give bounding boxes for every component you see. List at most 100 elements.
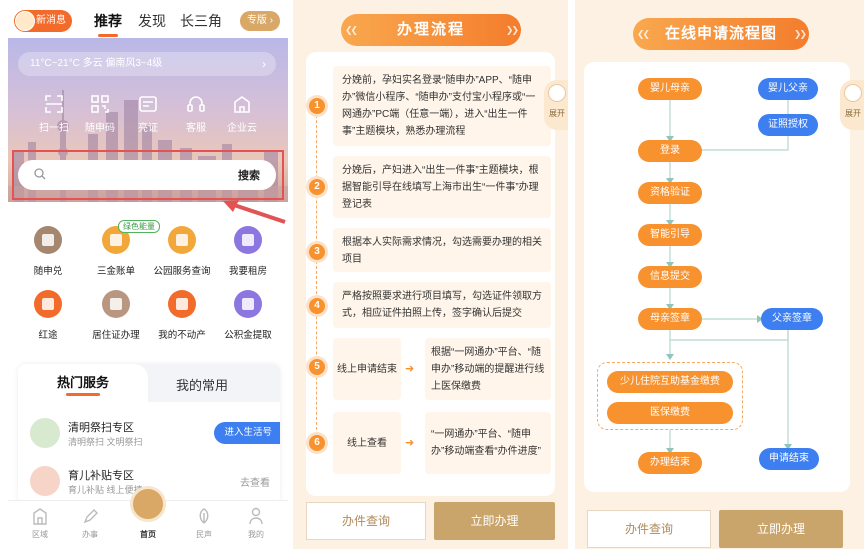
weather-bar[interactable]: 11°C~21°C 多云 偏南风3~4级 › [18, 52, 276, 76]
enter-life-account-button[interactable]: 进入生活号 [214, 422, 280, 444]
quick-scan-label: 扫一扫 [39, 123, 69, 134]
service-three-funds-bill[interactable]: 三金账单 [84, 226, 148, 277]
annotation-arrow-icon [223, 200, 286, 224]
fund-icon [234, 290, 262, 318]
service-label: 公积金提取 [224, 330, 272, 341]
step-3-card: 根据本人实际需求情况，勾选需要办理的相关项目 [333, 228, 551, 272]
service-label: 随申兑 [33, 266, 63, 277]
service-label: 居住证办理 [92, 330, 140, 341]
list-item-title: 育儿补贴专区 [68, 470, 134, 482]
service-label: 我要租房 [228, 266, 267, 277]
node-mother-signature: 母亲签章 [638, 308, 702, 330]
step-4-card: 严格按照要求进行项目填写，勾选证件领取方式，相应证件拍照上传，签字确认后提交 [333, 282, 551, 328]
apply-now-button[interactable]: 立即办理 [434, 502, 555, 540]
home-screen: 新消息 推荐 发现 长三角 专版 › 11°C~21°C 多云 偏南风3~4级 … [8, 0, 288, 549]
search-button[interactable]: 搜索 [238, 167, 260, 183]
service-residence-permit[interactable]: 居住证办理 [84, 290, 148, 341]
quick-enterprise-cloud[interactable]: 企业云 [218, 94, 266, 134]
node-infant-father: 婴儿父亲 [758, 78, 818, 100]
step-number: 4 [309, 298, 325, 314]
service-label: 红途 [38, 330, 58, 341]
property-icon [168, 290, 196, 318]
node-login: 登录 [638, 140, 702, 162]
node-medical-insurance: 医保缴费 [607, 402, 733, 424]
service-housing-fund[interactable]: 公积金提取 [216, 290, 280, 341]
service-red-route[interactable]: 红途 [16, 290, 80, 341]
star-icon [34, 290, 62, 318]
tab-home-label: 首页 [140, 530, 156, 539]
top-nav: 新消息 推荐 发现 长三角 专版 › [8, 0, 288, 40]
quick-show-id[interactable]: 亮证 [124, 94, 172, 134]
step-number: 3 [309, 244, 325, 260]
step-6-card: 线上查看 ➜ “一网通办”平台、“随申办”移动端查看“办件进度” [333, 412, 551, 474]
headset-icon [187, 96, 205, 112]
expand-label: 展开 [845, 109, 861, 118]
childcare-thumbnail [30, 466, 60, 496]
tab-my-frequent[interactable]: 我的常用 [176, 375, 228, 394]
quick-health-code[interactable]: 随申码 [76, 94, 124, 134]
weather-text: 11°C~21°C 多云 偏南风3~4级 [30, 58, 163, 69]
tab-yangtze-delta[interactable]: 长三角 [180, 11, 222, 31]
list-item[interactable]: 清明祭扫专区 清明祭扫 文明祭扫 进入生活号 [18, 414, 280, 458]
expand-side-button[interactable]: 展开 [840, 80, 864, 130]
expand-side-button[interactable]: 展开 [544, 80, 568, 130]
leaf-icon [199, 508, 209, 524]
service-label: 三金账单 [96, 266, 135, 277]
node-qualification-check: 资格验证 [638, 182, 702, 204]
search-input[interactable]: 搜索 [18, 160, 276, 190]
node-application-end: 申请结束 [759, 448, 819, 470]
house-icon [234, 226, 262, 254]
pro-edition-button[interactable]: 专版 › [240, 11, 280, 31]
building-icon [234, 96, 250, 113]
service-park-query[interactable]: 公园服务查询 [150, 226, 214, 277]
service-label: 我的不动产 [158, 330, 206, 341]
tab-label: 区域 [32, 530, 48, 539]
tab-affairs[interactable]: 办事 [70, 507, 110, 540]
timeline-dashed-line [316, 105, 317, 450]
tab-discover[interactable]: 发现 [138, 11, 166, 31]
screenshot-collage: 新消息 推荐 发现 长三角 专版 › 11°C~21°C 多云 偏南风3~4级 … [0, 0, 864, 549]
apply-now-button[interactable]: 立即办理 [719, 510, 843, 548]
list-item-subtitle: 育儿补贴 线上便捷 [68, 485, 143, 495]
tab-public-voice[interactable]: 民声 [184, 507, 224, 540]
qr-code-icon [91, 95, 109, 113]
service-rent-house[interactable]: 我要租房 [216, 226, 280, 277]
arrow-right-icon: ➜ [405, 437, 415, 449]
tab-region[interactable]: 区域 [20, 507, 60, 540]
query-case-button[interactable]: 办件查询 [587, 510, 711, 548]
quick-customer-service[interactable]: 客服 [172, 94, 220, 134]
quick-scan[interactable]: 扫一扫 [30, 94, 78, 134]
node-smart-guide: 智能引导 [638, 224, 702, 246]
arrow-right-icon: ➜ [405, 363, 415, 375]
tab-recommend[interactable]: 推荐 [94, 11, 122, 37]
tab-label: 我的 [248, 530, 264, 539]
wallet-icon [34, 226, 62, 254]
process-title: 办理流程 [341, 14, 521, 46]
quick-enterprise-cloud-label: 企业云 [227, 123, 257, 134]
chevron-right-icon: › [262, 57, 266, 71]
node-license-authorization: 证照授权 [758, 114, 818, 136]
step-2-card: 分娩后，产妇进入“出生一件事”主题模块，根据智能引导在线填写上海市出生“一件事”… [333, 156, 551, 218]
query-case-button[interactable]: 办件查询 [306, 502, 426, 540]
scan-icon [45, 95, 63, 113]
home-tab-icon[interactable] [130, 486, 166, 522]
process-screen: 办理流程 1 分娩前，孕妇实名登录“随申办”APP、“随申办”微信小程序、“随申… [293, 0, 568, 549]
step-6-right: “一网通办”平台、“随申办”移动端查看“办件进度” [425, 412, 551, 474]
quick-customer-service-label: 客服 [186, 123, 206, 134]
step-1-card: 分娩前，孕妇实名登录“随申办”APP、“随申办”微信小程序、“随申办”支付宝小程… [333, 66, 551, 146]
permit-card-icon [102, 290, 130, 318]
service-my-property[interactable]: 我的不动产 [150, 290, 214, 341]
service-suishendui[interactable]: 随申兑 [16, 226, 80, 277]
assistant-avatar-icon [548, 84, 566, 102]
tab-mine[interactable]: 我的 [236, 507, 276, 540]
expand-label: 展开 [549, 109, 565, 118]
hot-services-tabs: 热门服务 我的常用 [18, 364, 280, 402]
tab-hot-services[interactable]: 热门服务 [18, 364, 148, 402]
new-message-badge[interactable]: 新消息 [14, 10, 72, 32]
node-handling-end: 办理结束 [638, 452, 702, 474]
search-icon [34, 168, 46, 180]
step-6-left: 线上查看 [333, 412, 401, 474]
view-button[interactable]: 去查看 [240, 474, 270, 489]
quick-health-code-label: 随申码 [85, 123, 115, 134]
step-number: 5 [309, 359, 325, 375]
